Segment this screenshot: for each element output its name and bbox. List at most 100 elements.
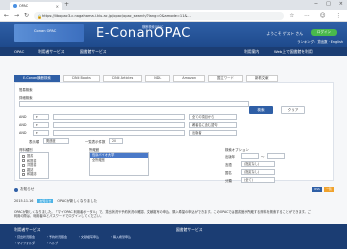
footer-heading-user: 利用者サービス <box>14 227 41 232</box>
search-panel: 簡易検索 詳細検索 AND ▾ 全ての項目から AND ▾ 著者名に含む語句 A… <box>14 82 334 183</box>
logo-subtitle: Conan OPAC <box>34 29 57 33</box>
search-tabs: E-Conan横断検索 CiNii Books CiNii Articles N… <box>14 75 334 82</box>
and-label-2: AND <box>19 123 27 127</box>
user-links[interactable]: ランキング：貸出数 · English <box>297 39 343 44</box>
clear-button[interactable]: クリア <box>281 106 305 114</box>
search-button[interactable]: 検索 <box>249 106 273 114</box>
footer-heading-library: 図書館サービス <box>176 227 203 232</box>
news-item-title[interactable]: OPACが新しくなりました <box>57 198 97 203</box>
forward-icon[interactable]: → <box>14 12 19 20</box>
news-section: お知らせ RSS 一覧 2015.11.16 お知らせ OPACが新しくなりまし… <box>14 187 334 227</box>
back-icon[interactable]: ← <box>4 12 9 20</box>
news-date: 2015.11.16 <box>14 198 34 203</box>
nav-item-library-services[interactable]: 図書館サービス <box>80 49 107 55</box>
field-select-2[interactable]: 著者名に含む語句 <box>189 122 237 128</box>
tab-word[interactable]: 国立ワード <box>207 75 243 82</box>
field-input-2[interactable] <box>53 122 185 128</box>
footer-link[interactable]: ・文献複写申込 <box>78 235 99 239</box>
main-nav: OPAC 利用者サービス 図書館サービス 利用案内 Web上で図書館を利用 <box>0 47 347 56</box>
material-list[interactable]: 図書 和図書 洋図書 雑誌 和雑誌 <box>19 152 49 179</box>
news-list-button[interactable]: 一覧 <box>324 187 334 192</box>
menu-icon[interactable]: ⋮ <box>336 12 342 20</box>
browser-tab[interactable]: OPAC × <box>10 2 62 10</box>
option-year-label: 出版年 <box>225 155 236 159</box>
material-item[interactable]: 和雑誌 <box>20 172 48 177</box>
logo-badge: Conan OPAC <box>14 24 84 42</box>
rss-button[interactable]: RSS <box>312 187 322 192</box>
nav-item-opac[interactable]: OPAC <box>14 49 24 54</box>
minimize-icon[interactable]: − <box>314 1 318 7</box>
profile-icon[interactable]: ☺ <box>320 12 326 20</box>
tab-cinii-articles[interactable]: CiNii Articles <box>102 75 143 82</box>
field-input-1[interactable] <box>53 114 185 120</box>
and-label-1: AND <box>19 115 27 119</box>
location-item[interactable]: 全所蔵館 <box>90 158 148 163</box>
reload-icon[interactable]: ↻ <box>24 12 29 20</box>
nav-item-guide[interactable]: 利用案内 <box>244 49 259 55</box>
location-list[interactable]: 長浜バイオ大学 全所蔵館 <box>89 152 149 176</box>
browser-tabbar: OPAC × + − □ × <box>0 0 347 10</box>
site-logo[interactable]: E-ConanOPAC <box>96 26 191 41</box>
nav-item-user-services[interactable]: 利用者サービス <box>38 49 65 55</box>
keyword-input[interactable] <box>19 101 249 107</box>
footer: 利用者サービス 図書館サービス ・貸出状況照会 ・予約状況照会 ・文献複写申込 … <box>0 224 347 249</box>
tab-new-items[interactable]: 新着文献 <box>245 75 278 82</box>
lang-select[interactable]: (指定なし) <box>241 161 275 167</box>
field-input-3[interactable] <box>53 130 185 136</box>
country-select[interactable]: (指定なし) <box>241 169 275 175</box>
operator-select-2[interactable]: ▾ <box>33 122 49 128</box>
footer-link[interactable]: ・貸出状況照会 <box>14 235 35 239</box>
welcome-text: ようこそ ゲスト さん <box>266 31 303 36</box>
tab-econan[interactable]: E-Conan横断検索 <box>14 75 60 82</box>
sort-label: 表示順 <box>29 140 40 144</box>
url-text: https://libopac3-c.nagahama.i.kiu.ac.jp/… <box>42 14 191 18</box>
site-banner: Conan OPAC 横断検索OPAC E-ConanOPAC ようこそ ゲスト… <box>0 22 347 47</box>
perpage-select[interactable]: 20 <box>109 138 123 144</box>
new-tab-icon[interactable]: + <box>64 2 69 8</box>
options-label: 検索オプション <box>225 148 249 152</box>
option-class-label: 分類 <box>225 179 232 183</box>
operator-select-3[interactable]: ▾ <box>33 130 49 136</box>
field-select-1[interactable]: 全ての項目から <box>189 114 237 120</box>
bookmark-icon[interactable]: ☆ <box>289 12 294 20</box>
footer-link[interactable]: ・マイフォルダ <box>14 241 35 245</box>
browser-toolbar: ☆ ⋯ ☺ ⋮ <box>289 12 341 20</box>
tab-cinii-books[interactable]: CiNii Books <box>62 75 100 82</box>
tab-close-icon[interactable]: × <box>56 4 59 9</box>
sort-select[interactable]: 関連度 <box>43 138 69 144</box>
footer-link[interactable]: ・予約状況照会 <box>46 235 67 239</box>
operator-select-1[interactable]: ▾ <box>33 114 49 120</box>
news-heading: お知らせ <box>14 187 34 192</box>
news-title: お知らせ <box>20 187 35 191</box>
news-badge: お知らせ <box>37 198 54 203</box>
simple-search-label: 簡易検索 <box>19 88 33 92</box>
address-bar: ← → ↻ 🔒 https://libopac3-c.nagahama.i.ki… <box>0 10 347 22</box>
close-window-icon[interactable]: × <box>339 1 343 7</box>
lock-icon: 🔒 <box>37 14 42 19</box>
info-icon <box>14 187 18 192</box>
favicon-icon <box>13 4 17 8</box>
maximize-icon[interactable]: □ <box>326 1 331 7</box>
year-to-input[interactable] <box>267 153 285 159</box>
class-select[interactable]: (全て) <box>241 177 275 183</box>
footer-link[interactable]: ・購入希望申込 <box>110 235 131 239</box>
tab-ndl[interactable]: NDL <box>145 75 171 82</box>
year-from-input[interactable] <box>241 153 259 159</box>
login-button[interactable]: ログイン <box>311 29 337 36</box>
main-content: E-Conan横断検索 CiNii Books CiNii Articles N… <box>0 56 347 224</box>
perpage-label: 一覧表示件数 <box>85 140 106 144</box>
detail-search-label: 詳細検索 <box>19 96 33 100</box>
tab-title: OPAC <box>19 4 29 8</box>
window-controls: − □ × <box>314 1 343 7</box>
option-country-label: 国名 <box>225 171 232 175</box>
field-select-3[interactable]: 出版者 <box>189 130 237 136</box>
year-sep: 〜 <box>261 155 265 159</box>
footer-link[interactable]: ・ヘルプ <box>46 241 58 245</box>
nav-item-web[interactable]: Web上で図書館を利用 <box>274 49 313 55</box>
tab-amazon[interactable]: Amazon <box>173 75 205 82</box>
url-field[interactable]: 🔒 https://libopac3-c.nagahama.i.kiu.ac.j… <box>34 12 284 20</box>
more-icon[interactable]: ⋯ <box>304 12 310 20</box>
news-body: OPACが新しくなりました。「マイOPAC 利用者ポータル」で、貸出状況や予約状… <box>14 210 311 219</box>
news-item[interactable]: 2015.11.16 お知らせ OPACが新しくなりました <box>14 198 97 203</box>
and-label-3: AND <box>19 131 27 135</box>
